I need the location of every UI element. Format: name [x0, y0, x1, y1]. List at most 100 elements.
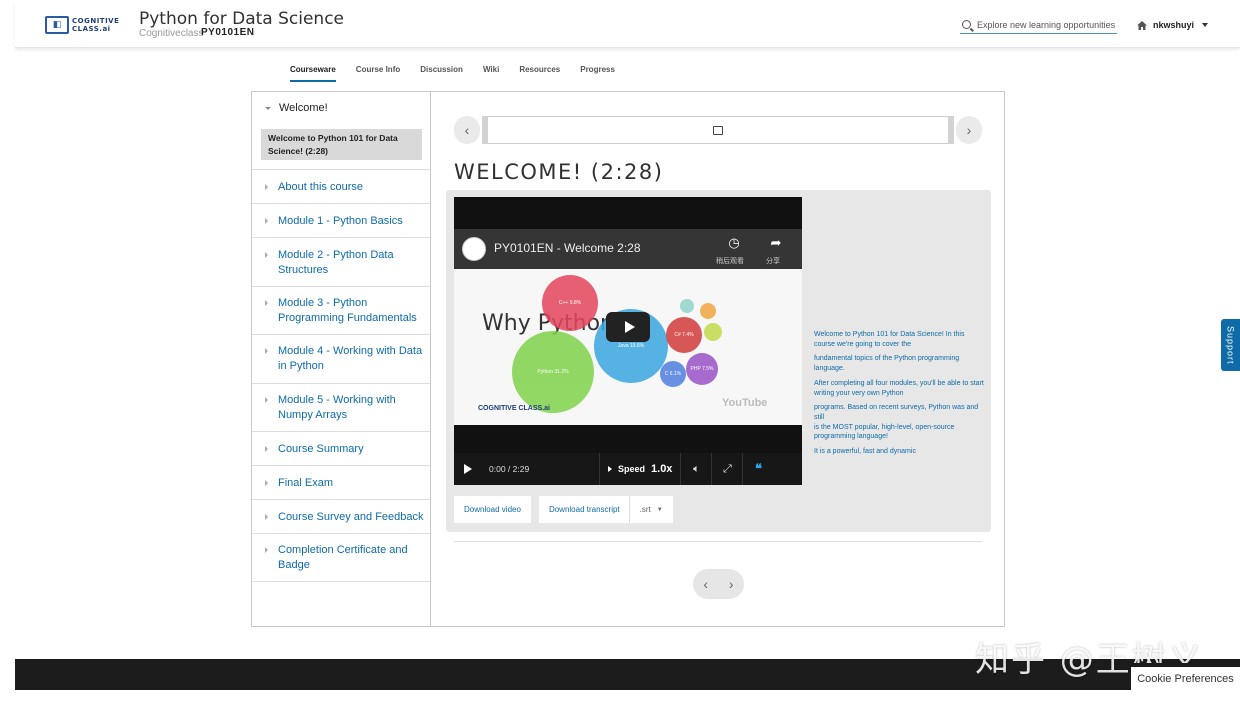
logo-wordmark: COGNITIVE CLASS.ai	[72, 17, 120, 33]
watch-later-label: 稍后观看	[716, 258, 744, 265]
sidebar-item-module-5[interactable]: Module 5 - Working with Numpy Arrays	[252, 383, 430, 431]
channel-avatar[interactable]	[462, 237, 486, 261]
courseware-container: Welcome! Welcome to Python 101 for Data …	[251, 91, 1005, 627]
user-menu[interactable]: nkwshuyi	[1137, 20, 1209, 30]
course-tabs: Courseware Course Info Discussion Wiki R…	[290, 65, 635, 82]
support-tab[interactable]: Support	[1221, 319, 1240, 371]
sidebar-item-module-3[interactable]: Module 3 - Python Programming Fundamenta…	[252, 286, 430, 334]
chevron-right-icon	[265, 300, 268, 306]
username: nkwshuyi	[1153, 20, 1195, 30]
course-number: PY0101EN	[201, 27, 255, 38]
sidebar-item-module-1[interactable]: Module 1 - Python Basics	[252, 203, 430, 237]
transcript-line[interactable]: programs. Based on recent surveys, Pytho…	[814, 403, 984, 422]
page: ◧ COGNITIVE CLASS.ai Python for Data Sci…	[0, 0, 1240, 707]
transcript-line[interactable]: Welcome to Python 101 for Data Science! …	[814, 330, 984, 349]
play-button[interactable]	[606, 312, 650, 342]
bubble-other	[680, 299, 694, 313]
video-transcript: Welcome to Python 101 for Data Science! …	[814, 330, 984, 462]
speed-value: 1.0x	[651, 463, 673, 475]
speed-label: Speed	[618, 464, 646, 474]
chapter-title: Welcome!	[279, 102, 328, 114]
share-label: 分享	[766, 258, 780, 265]
transcript-format-select[interactable]: .srt ▼	[628, 496, 673, 523]
tab-course-info[interactable]: Course Info	[356, 65, 400, 82]
chevron-down-icon: ▼	[656, 506, 663, 513]
course-org: Cognitiveclass	[139, 28, 204, 39]
sequence-tab-video[interactable]	[482, 116, 954, 144]
chevron-down-icon	[265, 106, 271, 110]
volume-icon[interactable]: 🔈︎	[681, 463, 711, 476]
sidebar-item-label: Module 5 - Working with Numpy Arrays	[278, 394, 396, 421]
logo-mark-icon: ◧	[45, 16, 69, 34]
subsection-active[interactable]: Welcome to Python 101 for Data Science! …	[261, 129, 422, 160]
chevron-right-icon	[265, 480, 268, 486]
video-controls: 0:00 / 2:29 Speed 1.0x 🔈︎ ⤢ ❝	[454, 453, 802, 485]
sidebar-item-module-2[interactable]: Module 2 - Python Data Structures	[252, 237, 430, 286]
sidebar-item-label: About this course	[278, 181, 363, 193]
sidebar-item-label: Course Survey and Feedback	[278, 511, 424, 523]
transcript-line[interactable]: It is a powerful, fast and dynamic	[814, 447, 984, 457]
clock-icon[interactable]: ◷	[724, 235, 744, 251]
speed-button[interactable]: Speed 1.0x	[600, 463, 680, 475]
download-transcript-button[interactable]: Download transcript	[538, 496, 630, 523]
download-video-button[interactable]: Download video	[454, 496, 531, 523]
tab-discussion[interactable]: Discussion	[420, 65, 463, 82]
sidebar-item-final-exam[interactable]: Final Exam	[252, 465, 430, 499]
tab-courseware[interactable]: Courseware	[290, 65, 336, 82]
chevron-left-icon: ‹	[464, 122, 470, 138]
bubble-csharp: C# 7.4%	[666, 317, 702, 353]
sidebar-item-course-summary[interactable]: Course Summary	[252, 431, 430, 465]
divider	[454, 541, 982, 542]
search-input[interactable]: Explore new learning opportunities	[960, 16, 1117, 34]
next-unit-button[interactable]: ›	[956, 116, 982, 144]
sequence-nav: ‹ ›	[454, 116, 982, 144]
previous-unit-button[interactable]: ‹	[454, 116, 480, 144]
youtube-video-title[interactable]: PY0101EN - Welcome 2:28	[494, 241, 641, 255]
bubble-python: Python 31.2%	[512, 331, 594, 413]
download-row: Download video Download transcript .srt …	[454, 496, 681, 523]
tab-progress[interactable]: Progress	[580, 65, 615, 82]
play-icon	[624, 321, 635, 333]
video-player[interactable]: Why Python? Python 31.2% C++ 9.8% Java 1…	[454, 197, 802, 485]
sidebar-item-label: Course Summary	[278, 443, 364, 455]
chevron-right-icon	[265, 348, 268, 354]
video-icon	[713, 125, 723, 135]
sidebar-item-module-4[interactable]: Module 4 - Working with Data in Python	[252, 334, 430, 383]
captions-icon[interactable]: ❝	[743, 461, 773, 477]
bubble-cpp: C++ 9.8%	[542, 275, 598, 331]
fullscreen-icon[interactable]: ⤢	[712, 463, 742, 476]
video-panel: Why Python? Python 31.2% C++ 9.8% Java 1…	[446, 190, 991, 532]
youtube-logo[interactable]: YouTube	[722, 397, 767, 409]
sidebar-item-survey[interactable]: Course Survey and Feedback	[252, 499, 430, 533]
transcript-line[interactable]: fundamental topics of the Python program…	[814, 354, 984, 373]
site-header: ◧ COGNITIVE CLASS.ai Python for Data Sci…	[15, 0, 1240, 48]
slide-logo: COGNITIVE CLASS.ai	[478, 405, 550, 412]
chevron-right-icon	[265, 547, 268, 553]
tab-resources[interactable]: Resources	[519, 65, 560, 82]
cognitive-class-logo[interactable]: ◧ COGNITIVE CLASS.ai	[45, 14, 123, 36]
share-icon[interactable]: ➦	[766, 235, 786, 251]
sidebar-item-certificate[interactable]: Completion Certificate and Badge	[252, 533, 430, 582]
chevron-right-icon	[265, 514, 268, 520]
chevron-right-icon: ›	[966, 122, 972, 138]
sidebar-item-about[interactable]: About this course	[252, 169, 430, 203]
sidebar-item-label: Completion Certificate and Badge	[278, 544, 408, 571]
search-placeholder: Explore new learning opportunities	[977, 19, 1116, 30]
course-navigation: Welcome! Welcome to Python 101 for Data …	[252, 92, 431, 626]
play-icon[interactable]	[464, 464, 472, 474]
chapter-welcome[interactable]: Welcome!	[252, 92, 430, 124]
previous-unit-button[interactable]: ‹	[703, 576, 708, 592]
chevron-right-icon	[265, 184, 268, 190]
caret-right-icon	[608, 466, 612, 472]
bubble-other	[704, 323, 722, 341]
chevron-down-icon	[1202, 23, 1209, 27]
transcript-line[interactable]: is the MOST popular, high-level, open-so…	[814, 423, 984, 442]
chevron-right-icon	[265, 397, 268, 403]
transcript-line[interactable]: After completing all four modules, you'l…	[814, 379, 984, 398]
tab-wiki[interactable]: Wiki	[483, 65, 499, 82]
unit-title: WELCOME! (2:28)	[454, 160, 664, 184]
course-title: Python for Data Science	[139, 9, 345, 29]
next-unit-button[interactable]: ›	[729, 576, 734, 592]
bubble-c: C 6.1%	[660, 361, 686, 387]
cookie-preferences-button[interactable]: Cookie Preferences	[1131, 663, 1240, 690]
